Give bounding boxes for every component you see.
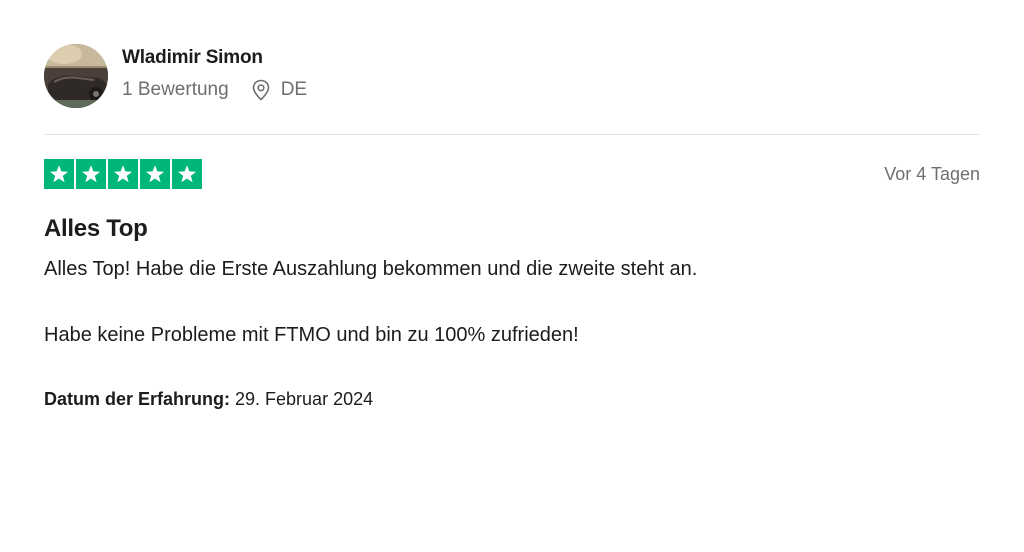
- avatar[interactable]: [44, 44, 108, 108]
- experience-date: Datum der Erfahrung: 29. Februar 2024: [44, 387, 980, 411]
- reviewer-meta: 1 Bewertung DE: [122, 78, 307, 102]
- rating-row: Vor 4 Tagen: [44, 159, 980, 189]
- reviewer-header: Wladimir Simon 1 Bewertung DE: [44, 44, 980, 108]
- divider: [44, 134, 980, 135]
- star-icon: [172, 159, 202, 189]
- reviewer-name[interactable]: Wladimir Simon: [122, 46, 307, 70]
- star-icon: [76, 159, 106, 189]
- star-rating: [44, 159, 202, 189]
- review-count: 1 Bewertung: [122, 79, 229, 100]
- avatar-photo: [44, 44, 108, 108]
- star-icon: [108, 159, 138, 189]
- reviewer-info: Wladimir Simon 1 Bewertung DE: [122, 46, 307, 102]
- reviewer-location: DE: [251, 78, 307, 102]
- star-icon: [44, 159, 74, 189]
- star-icon: [140, 159, 170, 189]
- review-body: Alles Top! Habe die Erste Auszahlung bek…: [44, 255, 980, 349]
- review-paragraph: Habe keine Probleme mit FTMO und bin zu …: [44, 324, 579, 346]
- experience-date-value: 29. Februar 2024: [230, 389, 374, 409]
- review-card: Wladimir Simon 1 Bewertung DE Vor 4 Tage…: [44, 44, 980, 411]
- review-title[interactable]: Alles Top: [44, 213, 980, 245]
- location-pin-icon: [251, 79, 271, 101]
- review-paragraph: Alles Top! Habe die Erste Auszahlung bek…: [44, 258, 698, 280]
- review-date: Vor 4 Tagen: [884, 164, 980, 184]
- experience-date-label: Datum der Erfahrung:: [44, 389, 231, 409]
- reviewer-country: DE: [280, 79, 308, 100]
